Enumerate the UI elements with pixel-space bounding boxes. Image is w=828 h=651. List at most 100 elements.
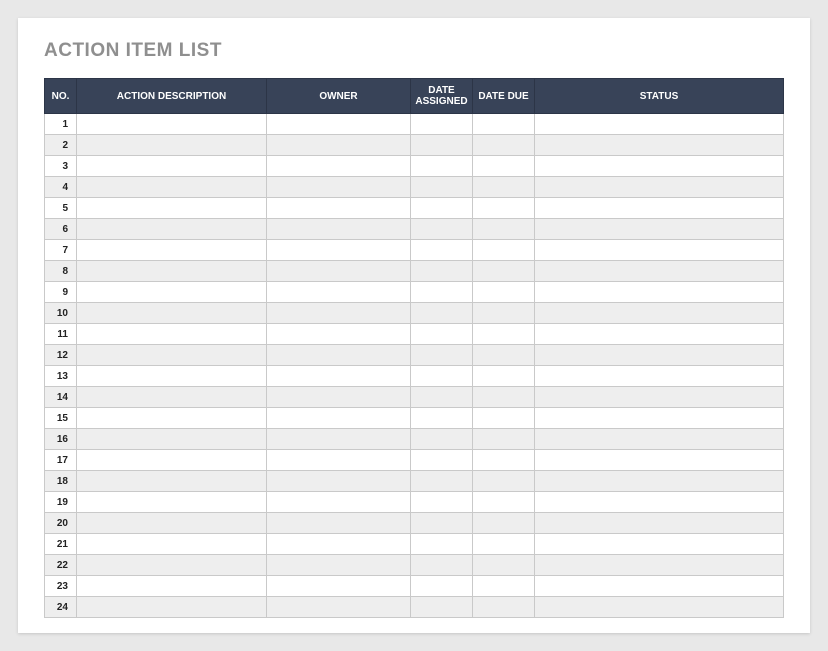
cell-no: 23 (45, 576, 77, 597)
cell-owner (267, 555, 411, 576)
cell-date-assigned (411, 366, 473, 387)
table-row: 2 (45, 135, 784, 156)
cell-description (77, 198, 267, 219)
cell-no: 7 (45, 240, 77, 261)
cell-date-due (473, 513, 535, 534)
cell-status (535, 345, 784, 366)
table-row: 5 (45, 198, 784, 219)
cell-no: 8 (45, 261, 77, 282)
cell-description (77, 282, 267, 303)
cell-date-due (473, 324, 535, 345)
cell-no: 6 (45, 219, 77, 240)
cell-owner (267, 156, 411, 177)
cell-owner (267, 240, 411, 261)
cell-date-due (473, 408, 535, 429)
cell-owner (267, 303, 411, 324)
cell-status (535, 513, 784, 534)
cell-date-due (473, 177, 535, 198)
cell-date-due (473, 303, 535, 324)
cell-owner (267, 198, 411, 219)
cell-description (77, 177, 267, 198)
table-row: 17 (45, 450, 784, 471)
cell-date-assigned (411, 177, 473, 198)
cell-date-due (473, 429, 535, 450)
cell-description (77, 366, 267, 387)
header-date-assigned: DATE ASSIGNED (411, 79, 473, 114)
cell-status (535, 429, 784, 450)
cell-no: 9 (45, 282, 77, 303)
cell-description (77, 450, 267, 471)
cell-no: 3 (45, 156, 77, 177)
cell-status (535, 135, 784, 156)
cell-description (77, 135, 267, 156)
table-row: 14 (45, 387, 784, 408)
table-row: 18 (45, 471, 784, 492)
cell-date-due (473, 156, 535, 177)
cell-date-assigned (411, 198, 473, 219)
cell-description (77, 576, 267, 597)
cell-date-assigned (411, 534, 473, 555)
cell-owner (267, 408, 411, 429)
cell-status (535, 450, 784, 471)
cell-description (77, 261, 267, 282)
table-row: 10 (45, 303, 784, 324)
header-description: ACTION DESCRIPTION (77, 79, 267, 114)
cell-date-assigned (411, 387, 473, 408)
cell-date-due (473, 282, 535, 303)
cell-owner (267, 597, 411, 618)
cell-no: 2 (45, 135, 77, 156)
cell-date-assigned (411, 261, 473, 282)
cell-status (535, 555, 784, 576)
cell-date-assigned (411, 156, 473, 177)
cell-date-assigned (411, 408, 473, 429)
cell-no: 13 (45, 366, 77, 387)
cell-date-due (473, 597, 535, 618)
cell-date-due (473, 114, 535, 135)
cell-date-due (473, 450, 535, 471)
cell-status (535, 492, 784, 513)
cell-owner (267, 135, 411, 156)
cell-owner (267, 534, 411, 555)
table-row: 9 (45, 282, 784, 303)
cell-no: 21 (45, 534, 77, 555)
cell-owner (267, 366, 411, 387)
cell-description (77, 324, 267, 345)
cell-status (535, 366, 784, 387)
cell-date-due (473, 555, 535, 576)
table-row: 7 (45, 240, 784, 261)
cell-description (77, 408, 267, 429)
table-row: 16 (45, 429, 784, 450)
header-owner: OWNER (267, 79, 411, 114)
cell-date-due (473, 576, 535, 597)
cell-date-assigned (411, 135, 473, 156)
header-status: STATUS (535, 79, 784, 114)
cell-description (77, 156, 267, 177)
table-header-row: NO. ACTION DESCRIPTION OWNER DATE ASSIGN… (45, 79, 784, 114)
cell-status (535, 198, 784, 219)
table-row: 20 (45, 513, 784, 534)
cell-date-due (473, 135, 535, 156)
header-no: NO. (45, 79, 77, 114)
cell-date-assigned (411, 303, 473, 324)
cell-description (77, 555, 267, 576)
document-page: ACTION ITEM LIST NO. ACTION DESCRIPTION … (18, 18, 810, 633)
cell-status (535, 408, 784, 429)
cell-status (535, 576, 784, 597)
cell-status (535, 177, 784, 198)
cell-no: 19 (45, 492, 77, 513)
cell-no: 17 (45, 450, 77, 471)
table-row: 8 (45, 261, 784, 282)
table-row: 11 (45, 324, 784, 345)
cell-date-due (473, 387, 535, 408)
cell-status (535, 324, 784, 345)
cell-owner (267, 471, 411, 492)
cell-description (77, 114, 267, 135)
cell-date-assigned (411, 324, 473, 345)
cell-status (535, 219, 784, 240)
cell-owner (267, 324, 411, 345)
table-row: 13 (45, 366, 784, 387)
cell-description (77, 534, 267, 555)
table-row: 1 (45, 114, 784, 135)
cell-description (77, 597, 267, 618)
cell-date-assigned (411, 471, 473, 492)
